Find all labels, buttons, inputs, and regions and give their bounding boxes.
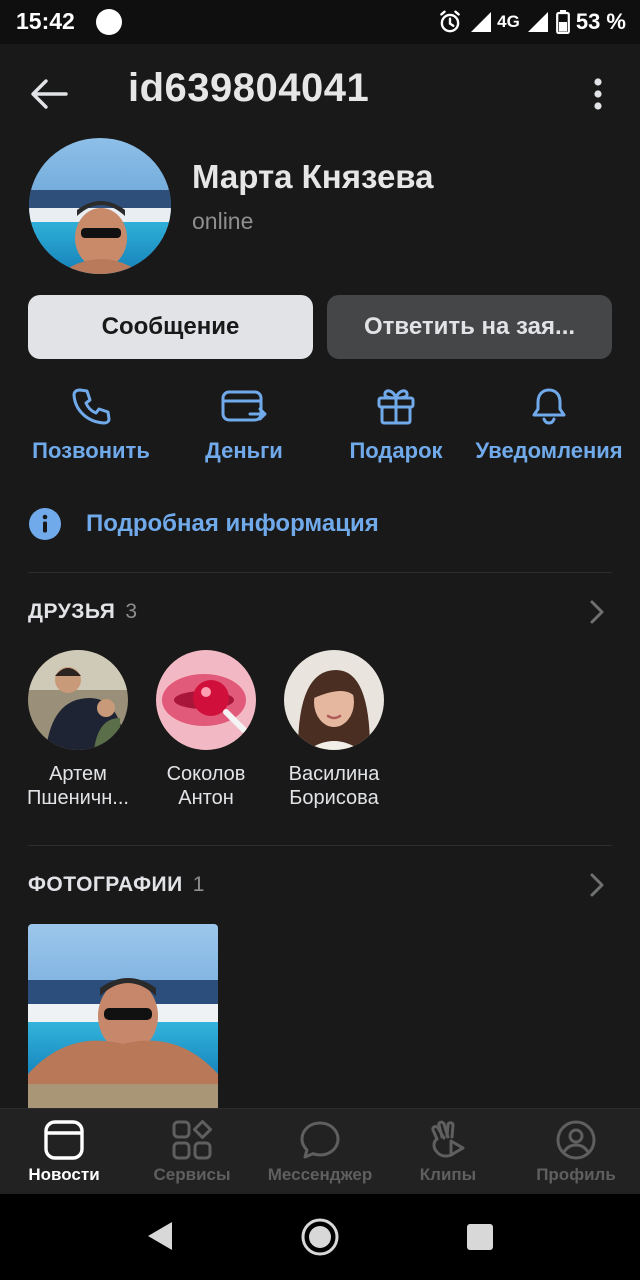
battery-level: 53 % [575,9,626,34]
back-arrow-icon[interactable] [26,72,72,116]
clips-icon [431,1120,465,1158]
detailed-info-link[interactable]: Подробная информация [28,503,379,545]
status-icons: 4G 53 % [437,7,626,37]
status-bar: 15:42 4G 53 % [0,0,640,44]
nav-home-icon[interactable] [300,1217,340,1257]
friend-avatar [284,650,384,750]
money-action[interactable]: Деньги [164,380,324,464]
tab-services[interactable]: Сервисы [128,1119,256,1185]
photos-count: 1 [192,873,205,896]
gift-action[interactable]: Подарок [316,380,476,464]
notifications-label: Уведомления [475,438,623,463]
news-icon [44,1120,84,1160]
friends-header[interactable]: ДРУЗЬЯ 3 [28,596,137,628]
friend-avatar [28,650,128,750]
messenger-icon [300,1121,340,1159]
tab-news-label: Новости [28,1165,100,1184]
bottom-tab-bar: Новости Сервисы Мессенджер Клипы Профиль [0,1108,640,1195]
friend-item[interactable]: Василина Борисова [269,650,399,810]
gift-icon [377,389,415,425]
signal-icon [471,12,492,32]
info-icon [29,508,61,540]
call-label: Позвонить [32,438,150,463]
tab-messenger-label: Мессенджер [267,1165,373,1184]
page-title: id639804041 [128,66,370,110]
tab-services-label: Сервисы [153,1165,231,1184]
services-icon [172,1120,212,1160]
network-type: 4G [497,12,520,31]
profile-name: Марта Князева [192,158,434,195]
battery-icon [555,10,570,34]
profile-status: online [192,208,254,234]
circle-notification-icon [96,9,122,35]
message-button[interactable]: Сообщение [28,295,313,359]
reply-request-button[interactable]: Ответить на зая... [327,295,612,359]
photos-header[interactable]: ФОТОГРАФИИ 1 [28,869,204,901]
friend-item[interactable]: Соколов Антон [141,650,271,810]
tab-clips[interactable]: Клипы [384,1119,512,1185]
photo-thumbnail[interactable] [28,924,218,1110]
profile-icon [556,1120,596,1160]
app-header: id639804041 [0,44,640,140]
divider [28,845,612,846]
detailed-info-label: Подробная информация [86,510,379,537]
phone-icon [72,388,111,425]
chevron-right-icon[interactable] [588,872,606,898]
friends-title: ДРУЗЬЯ [28,600,116,623]
bell-icon [532,388,566,425]
tab-news[interactable]: Новости [0,1119,128,1185]
avatar[interactable] [29,138,171,274]
divider [28,572,612,573]
alarm-icon [440,10,461,33]
tab-profile[interactable]: Профиль [512,1119,640,1185]
money-label: Деньги [205,438,283,463]
friend-avatar [156,650,256,750]
gift-label: Подарок [349,438,443,463]
nav-recents-icon[interactable] [466,1223,494,1251]
tab-messenger[interactable]: Мессенджер [256,1119,384,1185]
tab-clips-label: Клипы [419,1165,477,1184]
friend-item[interactable]: Артем Пшеничн... [13,650,143,810]
more-vertical-icon[interactable] [584,72,612,116]
friend-name: Василина Борисова [288,763,380,809]
friend-name: Артем Пшеничн... [27,763,129,809]
signal-icon [527,12,548,32]
tab-profile-label: Профиль [536,1165,616,1184]
nav-back-icon[interactable] [146,1220,174,1252]
friends-count: 3 [125,600,137,623]
friend-name: Соколов Антон [166,763,246,809]
chevron-right-icon[interactable] [588,599,606,625]
action-row: Позвонить Деньги Подарок Уведомления [0,380,640,480]
money-transfer-icon [221,390,267,422]
call-action[interactable]: Позвонить [11,380,171,464]
system-navigation-bar [0,1194,640,1280]
status-time: 15:42 [16,8,75,34]
photos-title: ФОТОГРАФИИ [28,873,183,896]
notifications-action[interactable]: Уведомления [469,380,629,464]
